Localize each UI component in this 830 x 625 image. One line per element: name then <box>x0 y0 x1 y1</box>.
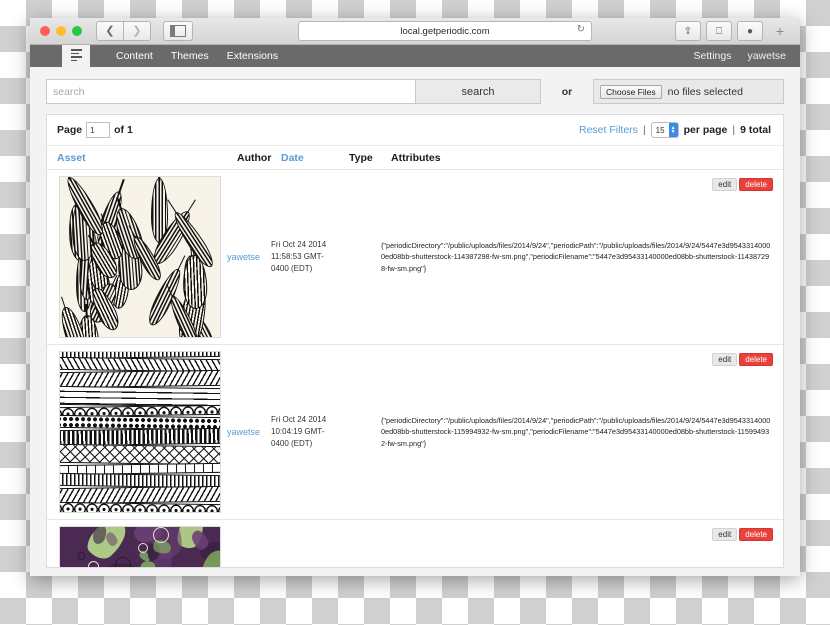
date-cell: Fri Oct 24 2014 11:58:53 GMT-0400 (EDT) <box>271 240 327 273</box>
back-button[interactable]: ❮ <box>96 21 124 41</box>
asset-thumbnail[interactable] <box>59 351 221 513</box>
author-cell[interactable]: yawetse <box>227 526 271 567</box>
table-row: yawetse Wed Oct 22 2014 16:21:57 GMT-040… <box>47 520 783 567</box>
content-panel: Page 1 of 1 Reset Filters | 15 ▲ ▼ per pa… <box>46 114 784 568</box>
asset-thumbnail[interactable] <box>59 526 221 567</box>
sidebar-icon <box>170 25 186 37</box>
table-row: yawetse Fri Oct 24 2014 10:04:19 GMT-040… <box>47 345 783 520</box>
author-cell[interactable]: yawetse <box>227 176 271 338</box>
delete-button[interactable]: delete <box>739 528 773 541</box>
total-count-label: 9 total <box>740 124 771 136</box>
date-cell: Wed Oct 22 2014 16:21:57 GMT-0400 (EDT) <box>271 526 339 567</box>
paisley-pattern-art <box>60 527 220 567</box>
asset-cell <box>47 176 227 338</box>
zentangle-pattern-art <box>60 352 220 512</box>
nav-item-extensions[interactable]: Extensions <box>227 50 278 62</box>
author-cell[interactable]: yawetse <box>227 351 271 513</box>
per-page-label: per page <box>683 124 728 136</box>
pagination-divider-1: | <box>642 124 646 136</box>
table-header: Asset Author Date Type Attributes <box>47 146 783 170</box>
app-nav-right: Settings yawetse <box>694 45 786 67</box>
column-header-attributes: Attributes <box>391 152 441 164</box>
app-logo[interactable] <box>62 45 90 67</box>
address-bar[interactable]: local.getperiodic.com ↻ <box>298 21 592 41</box>
page-number-input[interactable]: 1 <box>86 122 111 138</box>
downloads-icon[interactable]: ● <box>737 21 763 41</box>
edit-button[interactable]: edit <box>712 178 738 191</box>
selected-files-label: no files selected <box>667 85 743 98</box>
navigation-buttons: ❮ ❯ <box>96 21 151 41</box>
table-row: yawetse Fri Oct 24 2014 11:58:53 GMT-040… <box>47 170 783 345</box>
pagination-right: Reset Filters | 15 ▲ ▼ per page | 9 total <box>579 122 771 138</box>
reload-icon[interactable]: ↻ <box>577 24 585 35</box>
or-label: or <box>561 85 573 98</box>
per-page-value: 15 <box>655 125 665 135</box>
file-upload-group: Choose Files no files selected <box>593 79 784 104</box>
reset-filters-link[interactable]: Reset Filters <box>579 124 638 136</box>
edit-button[interactable]: edit <box>712 528 738 541</box>
browser-titlebar: ❮ ❯ local.getperiodic.com ↻ ⇪ ⎕ ● + <box>30 18 800 45</box>
window-controls <box>40 26 82 36</box>
page-label: Page <box>57 124 83 136</box>
maximize-window-button[interactable] <box>72 26 82 36</box>
new-tab-button[interactable]: + <box>768 22 792 40</box>
delete-button[interactable]: delete <box>739 353 773 366</box>
row-actions: edit delete <box>712 528 773 541</box>
type-cell <box>339 351 381 513</box>
search-group: search <box>46 79 541 104</box>
forward-button[interactable]: ❯ <box>124 21 151 41</box>
share-icon[interactable]: ⇪ <box>675 21 701 41</box>
search-toolbar: search or Choose Files no files selected <box>46 79 784 104</box>
search-button[interactable]: search <box>416 80 540 103</box>
chevron-updown-icon: ▲ ▼ <box>668 123 678 137</box>
sidebar-toggle-button[interactable] <box>163 21 193 41</box>
pagination-bar: Page 1 of 1 Reset Filters | 15 ▲ ▼ per pa… <box>47 115 783 146</box>
nav-item-content[interactable]: Content <box>116 50 153 62</box>
minimize-window-button[interactable] <box>56 26 66 36</box>
delete-button[interactable]: delete <box>739 178 773 191</box>
app-navbar: Content Themes Extensions Settings yawet… <box>30 45 800 67</box>
nav-item-settings[interactable]: Settings <box>694 50 732 62</box>
total-pages-label: 1 <box>126 124 133 136</box>
asset-cell <box>47 526 227 567</box>
column-header-asset[interactable]: Asset <box>57 152 237 164</box>
address-bar-url: local.getperiodic.com <box>400 25 490 37</box>
column-header-type: Type <box>349 152 373 164</box>
date-cell: Fri Oct 24 2014 10:04:19 GMT-0400 (EDT) <box>271 415 327 448</box>
feather-pattern-art <box>60 177 220 337</box>
of-label: of <box>114 124 125 136</box>
search-input[interactable] <box>47 80 416 103</box>
nav-item-username[interactable]: yawetse <box>747 50 786 62</box>
type-cell <box>339 526 381 567</box>
column-header-date[interactable]: Date <box>281 152 349 164</box>
periodic-logo-icon <box>70 49 82 63</box>
attributes-cell: {"periodicDirectory":"/public/uploads/fi… <box>381 416 771 448</box>
browser-toolbar-right: ⇪ ⎕ ● + <box>675 21 792 41</box>
attributes-cell: {"periodicDirectory":"/public/uploads/fi… <box>381 241 771 273</box>
row-actions: edit delete <box>712 353 773 366</box>
pagination-divider-2: | <box>732 124 736 136</box>
type-cell <box>339 176 381 338</box>
show-tabs-icon[interactable]: ⎕ <box>706 21 732 41</box>
per-page-select[interactable]: 15 ▲ ▼ <box>650 122 679 138</box>
edit-button[interactable]: edit <box>712 353 738 366</box>
nav-item-themes[interactable]: Themes <box>171 50 209 62</box>
column-header-author: Author <box>237 152 272 164</box>
browser-window: ❮ ❯ local.getperiodic.com ↻ ⇪ ⎕ ● + Cont… <box>30 18 800 576</box>
choose-files-button[interactable]: Choose Files <box>600 84 662 99</box>
app-nav-links: Content Themes Extensions <box>116 45 278 67</box>
asset-cell <box>47 351 227 513</box>
asset-thumbnail[interactable] <box>59 176 221 338</box>
close-window-button[interactable] <box>40 26 50 36</box>
page-body: search or Choose Files no files selected… <box>30 67 800 576</box>
row-actions: edit delete <box>712 178 773 191</box>
